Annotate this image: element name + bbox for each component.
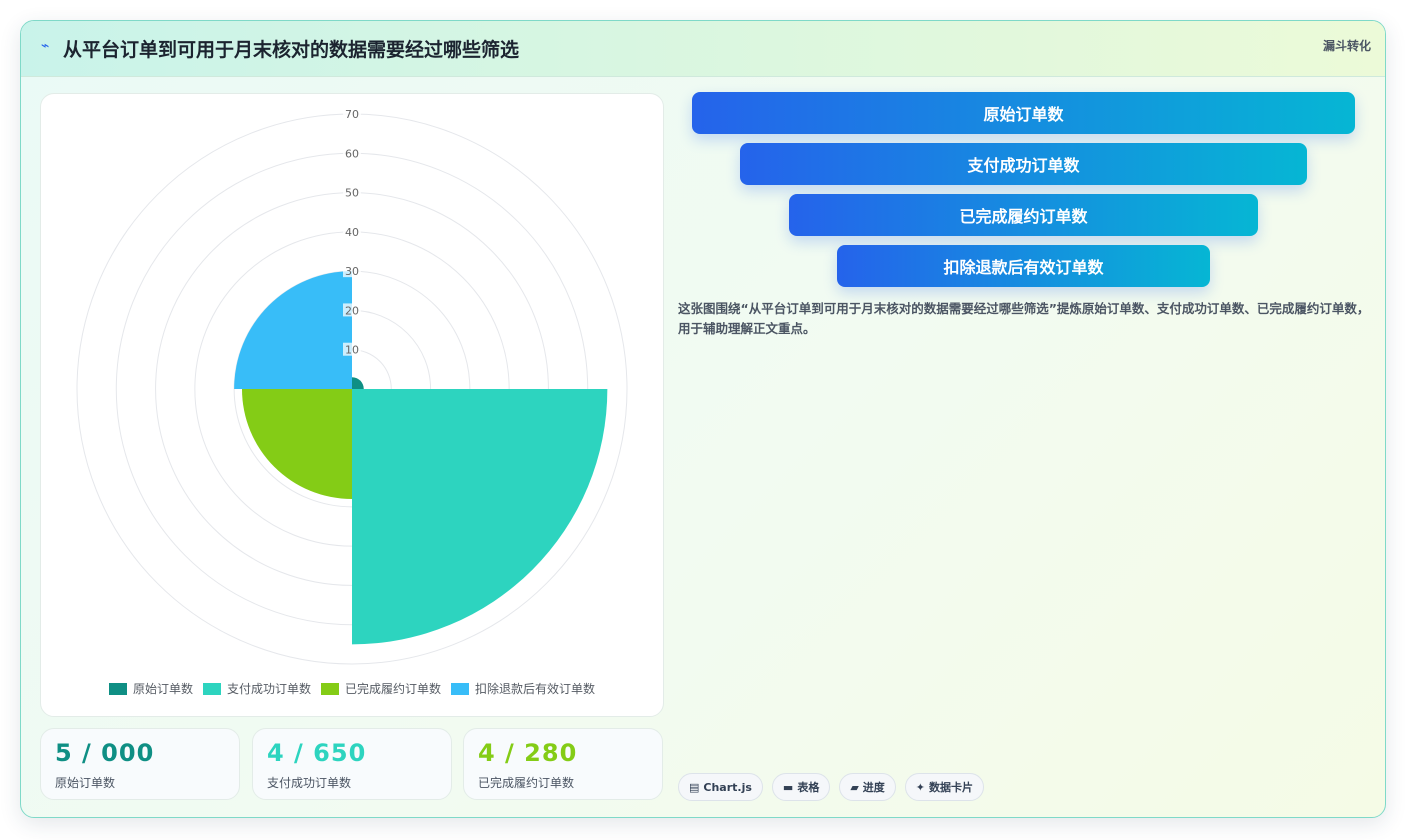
tick-label: 40 [345, 226, 359, 239]
legend-item[interactable]: 已完成履约订单数 [321, 680, 441, 697]
stat-value: 4 / 280 [478, 739, 578, 767]
tick-label: 50 [345, 187, 359, 200]
polar-wedge[interactable] [234, 271, 352, 389]
legend-item[interactable]: 扣除退款后有效订单数 [451, 680, 595, 697]
legend-item[interactable]: 原始订单数 [108, 680, 193, 697]
tick-label: 20 [345, 304, 359, 317]
progress-icon: ▰ [850, 780, 859, 794]
zap-icon: ⌁ [41, 38, 50, 54]
chip-progress[interactable]: ▰ 进度 [839, 773, 896, 801]
stat-label: 原始订单数 [55, 776, 116, 790]
tick-label: 70 [345, 108, 359, 121]
tech-chips: ▤ Chart.js ▬ 表格 ▰ 进度 ✦ 数据卡片 [678, 773, 985, 801]
funnel-step: 支付成功订单数 [740, 143, 1307, 185]
chip-label: 表格 [797, 781, 820, 794]
chart-legend: 原始订单数 支付成功订单数 已完成履约订单数 扣除退款后有效订单数 [41, 680, 663, 697]
chip-data-card[interactable]: ✦ 数据卡片 [904, 773, 985, 801]
polar-wedge[interactable] [242, 389, 352, 499]
legend-label: 已完成履约订单数 [345, 682, 442, 696]
page-title: 从平台订单到可用于月末核对的数据需要经过哪些筛选 [63, 39, 520, 61]
legend-swatch [202, 682, 221, 695]
chip-chartjs[interactable]: ▤ Chart.js [678, 773, 763, 801]
stat-value: 4 / 650 [267, 739, 367, 767]
sparkle-icon: ✦ [915, 780, 926, 794]
legend-label: 扣除退款后有效订单数 [475, 682, 596, 696]
stat-card: 4 / 280 已完成履约订单数 [463, 728, 663, 800]
chart-panel: 10 20 30 40 50 60 70 原始订单数 支付成功订单数 已完成履约订单数 扣除… [40, 93, 664, 717]
stat-label: 支付成功订单数 [267, 776, 352, 790]
chart-icon: ▤ [689, 780, 700, 794]
legend-label: 支付成功订单数 [226, 682, 311, 696]
legend-label: 原始订单数 [132, 682, 193, 696]
legend-swatch [321, 682, 339, 695]
chart-description: 这张图围绕“从平台订单到可用于月末核对的数据需要经过哪些筛选”提炼原始订单数、支… [678, 301, 1370, 336]
header: ⌁ 从平台订单到可用于月末核对的数据需要经过哪些筛选 漏斗转化 [21, 21, 1385, 77]
polar-wedge[interactable] [352, 377, 364, 389]
funnel-step: 原始订单数 [692, 92, 1355, 134]
stat-card: 4 / 650 支付成功订单数 [252, 728, 452, 800]
legend-swatch [451, 682, 470, 695]
polar-wedge[interactable] [352, 389, 608, 645]
chip-table[interactable]: ▬ 表格 [771, 773, 831, 801]
main-card: ⌁ 从平台订单到可用于月末核对的数据需要经过哪些筛选 漏斗转化 10 20 30 40… [20, 20, 1386, 818]
tick-label: 10 [345, 344, 359, 357]
tick-label: 60 [345, 147, 359, 160]
stat-card: 5 / 000 原始订单数 [40, 728, 240, 800]
stat-label: 已完成履约订单数 [478, 776, 575, 790]
funnel-step: 扣除退款后有效订单数 [837, 245, 1210, 287]
polar-area-chart: 10 20 30 40 50 60 70 [76, 107, 628, 665]
tick-label: 30 [345, 265, 359, 278]
legend-swatch [108, 682, 127, 695]
chip-label: 数据卡片 [929, 781, 974, 794]
chip-label: 进度 [862, 781, 885, 794]
funnel-step: 已完成履约订单数 [789, 194, 1258, 236]
legend-item[interactable]: 支付成功订单数 [202, 680, 311, 697]
chip-label: Chart.js [703, 780, 752, 794]
stat-value: 5 / 000 [55, 739, 155, 767]
table-icon: ▬ [782, 780, 794, 794]
chart-type-tag: 漏斗转化 [1322, 39, 1371, 53]
